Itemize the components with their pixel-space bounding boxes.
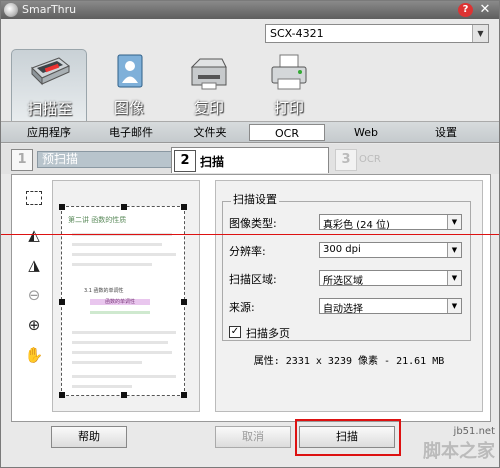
tab-web[interactable]: Web xyxy=(341,124,391,141)
copier-icon xyxy=(188,53,230,91)
step-prescan[interactable]: 1 预扫描 xyxy=(11,149,173,171)
step-label: 扫描 xyxy=(200,155,225,169)
step-scan[interactable]: 2 扫描 xyxy=(171,147,329,173)
chevron-down-icon[interactable]: ▼ xyxy=(447,215,461,229)
preview-text-line xyxy=(72,331,176,334)
preview-text-line xyxy=(72,361,142,364)
smarthru-window: SmarThru ? ✕ SCX-4321 ▼ 扫描至 图像 复印 打印 应用程… xyxy=(0,0,500,468)
tab-ocr[interactable]: OCR xyxy=(249,124,325,141)
help-icon[interactable]: ? xyxy=(458,3,473,17)
preview-heading: 第二讲 函数的性质 xyxy=(68,216,127,224)
preview-text-line xyxy=(90,311,150,314)
flip-icon[interactable]: ◮ xyxy=(22,253,46,277)
tool-column: ◭ ◮ ⊖ ⊕ ✋ xyxy=(22,185,48,365)
zoom-in-icon[interactable]: ⊕ xyxy=(22,313,46,337)
scan-button-highlight xyxy=(295,419,401,456)
source-select[interactable]: 自动选择 ▼ xyxy=(319,298,462,315)
chevron-down-icon[interactable]: ▼ xyxy=(447,243,461,257)
title-bar: SmarThru ? ✕ xyxy=(1,1,499,19)
image-properties: 属性: 2331 x 3239 像素 - 21.61 MB xyxy=(253,356,445,367)
step-bar: 1 预扫描 2 扫描 3 OCR xyxy=(1,144,499,174)
multi-page-checkbox[interactable]: ✓ xyxy=(229,326,241,338)
tab-settings[interactable]: 设置 xyxy=(421,124,471,141)
step-number: 2 xyxy=(174,150,196,172)
zoom-out-icon[interactable]: ⊖ xyxy=(22,283,46,307)
preview-text-line xyxy=(72,253,176,256)
help-button[interactable]: 帮助 xyxy=(51,426,127,448)
scan-settings-title: 扫描设置 xyxy=(231,191,279,207)
step-ocr[interactable]: 3 OCR xyxy=(335,149,405,171)
preview-text-line xyxy=(72,375,176,378)
chevron-down-icon[interactable]: ▼ xyxy=(472,25,488,42)
app-logo-icon xyxy=(4,3,18,17)
tab-scan-to-label: 扫描至 xyxy=(27,100,73,118)
printer-icon xyxy=(268,53,310,91)
device-select[interactable]: SCX-4321 ▼ xyxy=(265,24,489,43)
watermark-name: 脚本之家 xyxy=(423,441,495,462)
scan-area-label: 扫描区域: xyxy=(229,273,277,286)
sub-tab-bar: 应用程序 电子邮件 文件夹 OCR Web 设置 xyxy=(1,121,499,143)
tab-image[interactable]: 图像 xyxy=(91,49,167,121)
tab-print[interactable]: 打印 xyxy=(251,49,327,121)
image-icon xyxy=(108,53,150,91)
scanner-icon xyxy=(29,54,71,92)
step-number: 3 xyxy=(335,149,357,171)
select-area-icon[interactable] xyxy=(26,191,42,205)
crop-handle[interactable] xyxy=(121,204,127,210)
preview-text-line xyxy=(72,341,168,344)
scan-settings-panel: 扫描设置 图像类型: 真彩色 (24 位) ▼ 分辨率: 300 dpi ▼ 扫… xyxy=(215,180,483,412)
resolution-select[interactable]: 300 dpi ▼ xyxy=(319,242,462,258)
tab-copy-label: 复印 xyxy=(193,99,224,117)
crop-handle[interactable] xyxy=(59,392,65,398)
preview-area[interactable]: 第二讲 函数的性质 3.1 函数的单调性 函数的单调性 xyxy=(52,180,200,412)
image-type-label: 图像类型: xyxy=(229,217,277,230)
tab-applications[interactable]: 应用程序 xyxy=(19,124,79,141)
hand-pan-icon[interactable]: ✋ xyxy=(22,343,46,367)
step-label: 预扫描 xyxy=(37,151,173,168)
preview-subheading: 3.1 函数的单调性 xyxy=(84,288,124,294)
crop-handle[interactable] xyxy=(181,392,187,398)
scan-area-select[interactable]: 所选区域 ▼ xyxy=(319,270,462,287)
annotation-line xyxy=(1,234,499,235)
crop-handle[interactable] xyxy=(121,392,127,398)
multi-page-label: 扫描多页 xyxy=(246,327,290,340)
preview-text-line xyxy=(72,263,152,266)
step-number: 1 xyxy=(11,149,33,171)
preview-highlight: 函数的单调性 xyxy=(90,299,150,305)
window-title: SmarThru xyxy=(22,3,77,16)
chevron-down-icon[interactable]: ▼ xyxy=(447,299,461,313)
crop-handle[interactable] xyxy=(181,204,187,210)
crop-handle[interactable] xyxy=(59,204,65,210)
watermark: jb51.net 脚本之家 xyxy=(423,426,495,463)
resolution-label: 分辨率: xyxy=(229,245,266,258)
device-select-value: SCX-4321 xyxy=(270,27,324,40)
function-tabs: 扫描至 图像 复印 打印 xyxy=(11,49,331,121)
scan-panel: ◭ ◮ ⊖ ⊕ ✋ 第二讲 函数的性质 3.1 函数的单调性 函数的单调性 扫描… xyxy=(11,174,491,422)
tab-image-label: 图像 xyxy=(113,99,144,117)
image-type-select[interactable]: 真彩色 (24 位) ▼ xyxy=(319,214,462,231)
step-label: OCR xyxy=(359,154,381,165)
tab-folder[interactable]: 文件夹 xyxy=(183,124,237,141)
chevron-down-icon[interactable]: ▼ xyxy=(447,271,461,285)
tab-copy[interactable]: 复印 xyxy=(171,49,247,121)
close-icon[interactable]: ✕ xyxy=(477,2,493,17)
source-value: 自动选择 xyxy=(323,304,363,315)
preview-text-line xyxy=(72,385,132,388)
preview-text-line xyxy=(72,243,162,246)
tab-email[interactable]: 电子邮件 xyxy=(99,124,163,141)
cancel-button[interactable]: 取消 xyxy=(215,426,291,448)
rotate-left-icon[interactable]: ◭ xyxy=(22,223,46,247)
watermark-url: jb51.net xyxy=(453,426,495,437)
resolution-value: 300 dpi xyxy=(323,244,361,255)
scan-area-value: 所选区域 xyxy=(323,276,363,287)
preview-text-line xyxy=(72,351,172,354)
image-type-value: 真彩色 (24 位) xyxy=(323,220,390,231)
tab-print-label: 打印 xyxy=(273,99,304,117)
tab-scan-to[interactable]: 扫描至 xyxy=(11,49,87,121)
crop-handle[interactable] xyxy=(59,299,65,305)
source-label: 来源: xyxy=(229,301,255,314)
crop-handle[interactable] xyxy=(181,299,187,305)
